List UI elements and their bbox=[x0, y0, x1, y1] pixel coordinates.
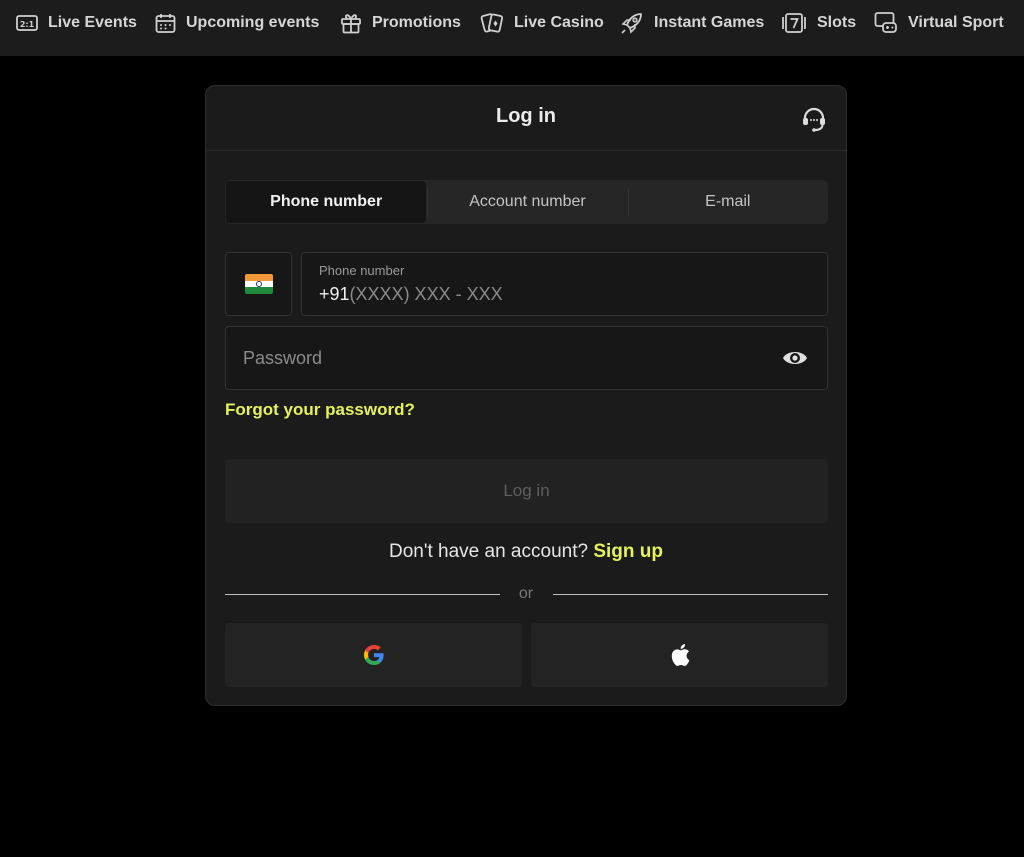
svg-text:2:1: 2:1 bbox=[20, 20, 35, 29]
rocket-icon bbox=[621, 13, 642, 34]
eye-icon bbox=[783, 352, 807, 364]
tab-phone-number[interactable]: Phone number bbox=[226, 181, 427, 223]
nav-item-label: Slots bbox=[817, 14, 857, 31]
nav-item-label: Live Events bbox=[48, 14, 137, 31]
gamepad-monitor-icon bbox=[874, 12, 897, 33]
signup-prompt-text: Don't have an account? bbox=[389, 541, 589, 562]
apple-login-button[interactable] bbox=[531, 623, 828, 687]
nav-item-promotions[interactable]: Promotions bbox=[340, 0, 461, 46]
gift-icon bbox=[341, 14, 361, 34]
nav-item-slots[interactable]: Slots bbox=[781, 0, 856, 46]
login-button[interactable]: Log in bbox=[225, 459, 828, 523]
password-field[interactable]: Password bbox=[225, 326, 828, 390]
nav-item-live-casino[interactable]: Live Casino bbox=[480, 0, 604, 46]
phone-number-field[interactable]: Phone number +91(XXXX) XXX - XXX bbox=[301, 252, 828, 316]
nav-item-label: Promotions bbox=[372, 14, 461, 31]
google-icon bbox=[363, 645, 384, 665]
nav-item-live-events[interactable]: 2:1 Live Events bbox=[16, 0, 137, 46]
phone-prefix: +91 bbox=[319, 284, 350, 304]
nav-item-upcoming-events[interactable]: Upcoming events bbox=[155, 0, 319, 46]
forgot-password-link[interactable]: Forgot your password? bbox=[225, 400, 415, 420]
tab-email[interactable]: E-mail bbox=[627, 180, 828, 224]
nav-item-label: Live Casino bbox=[514, 14, 604, 31]
support-button[interactable] bbox=[800, 105, 828, 133]
live-events-icon: 2:1 bbox=[16, 15, 38, 31]
nav-item-label: Virtual Sport bbox=[908, 14, 1004, 31]
apple-icon bbox=[671, 644, 689, 666]
country-code-selector[interactable] bbox=[225, 252, 292, 316]
calendar-icon bbox=[155, 13, 176, 33]
top-navigation: 2:1 Live Events Upcoming events Promotio… bbox=[0, 0, 1024, 56]
india-flag-icon bbox=[244, 274, 273, 294]
slot-seven-icon bbox=[782, 13, 806, 33]
nav-item-instant-games[interactable]: Instant Games bbox=[620, 0, 764, 46]
divider-right bbox=[553, 594, 828, 595]
nav-item-virtual-sport[interactable]: Virtual Sport bbox=[874, 0, 1004, 46]
nav-item-label: Upcoming events bbox=[186, 14, 320, 31]
headset-icon bbox=[803, 107, 825, 132]
tab-account-number[interactable]: Account number bbox=[427, 180, 627, 224]
phone-number-label: Phone number bbox=[319, 263, 405, 278]
cards-icon bbox=[480, 13, 504, 33]
google-login-button[interactable] bbox=[225, 623, 522, 687]
password-visibility-toggle[interactable] bbox=[781, 345, 809, 371]
nav-item-label: Instant Games bbox=[654, 14, 765, 31]
modal-header: Log in bbox=[206, 86, 846, 151]
modal-title: Log in bbox=[496, 105, 556, 127]
password-placeholder: Password bbox=[243, 348, 323, 368]
login-modal: Log in Phone number Account number E-mai… bbox=[205, 85, 847, 706]
phone-mask: (XXXX) XXX - XXX bbox=[349, 284, 503, 304]
login-method-tabs: Phone number Account number E-mail bbox=[225, 180, 828, 224]
signup-link[interactable]: Sign up bbox=[593, 541, 663, 562]
signup-prompt: Don't have an account? Sign up bbox=[206, 541, 846, 563]
phone-number-input[interactable]: +91(XXXX) XXX - XXX bbox=[319, 284, 503, 305]
